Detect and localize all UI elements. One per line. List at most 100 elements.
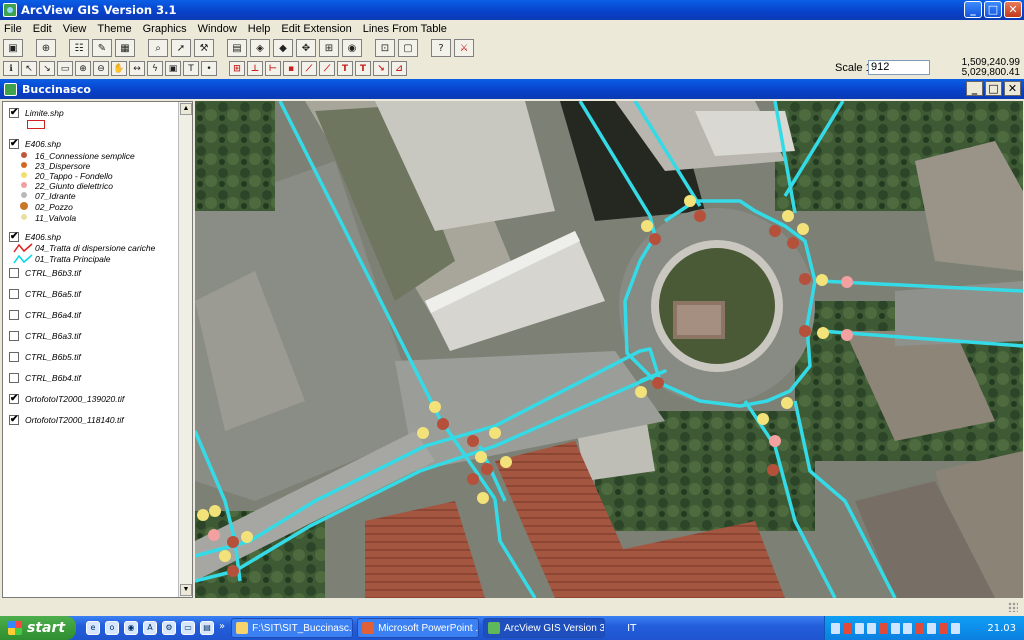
media-icon[interactable]: ◉: [124, 621, 138, 635]
measure-icon[interactable]: ↔: [129, 61, 145, 76]
settings-icon[interactable]: ⚙: [162, 621, 176, 635]
theme-checkbox[interactable]: [9, 373, 19, 383]
menu-help[interactable]: Help: [248, 23, 271, 35]
task-explorer[interactable]: F:\SIT\SIT_Buccinasc...: [231, 618, 354, 638]
add-theme-icon[interactable]: ⊕: [36, 39, 56, 57]
tray-icon[interactable]: [831, 622, 840, 634]
menu-file[interactable]: File: [4, 23, 22, 35]
theme-checkbox[interactable]: ✔: [9, 232, 19, 242]
select-by-theme-icon[interactable]: ⊡: [375, 39, 395, 57]
theme-checkbox[interactable]: [9, 331, 19, 341]
help-icon[interactable]: ?: [431, 39, 451, 57]
query-builder-icon[interactable]: ⚒: [194, 39, 214, 57]
locate-address-icon[interactable]: ➚: [171, 39, 191, 57]
minimize-button[interactable]: _: [964, 1, 982, 18]
edit-8-icon[interactable]: T: [355, 61, 371, 76]
zoom-out-icon[interactable]: ⊞: [319, 39, 339, 57]
theme-checkbox[interactable]: ✔: [9, 394, 19, 404]
language-indicator[interactable]: IT: [627, 623, 653, 634]
tray-icon[interactable]: [951, 622, 960, 634]
menu-graphics[interactable]: Graphics: [143, 23, 187, 35]
tray-icon[interactable]: [843, 622, 852, 634]
zoom-in-icon[interactable]: ✥: [296, 39, 316, 57]
clear-selection-icon[interactable]: ▢: [398, 39, 418, 57]
ie-icon[interactable]: e: [86, 621, 100, 635]
tray-icon[interactable]: [879, 622, 888, 634]
menu-lines-from-table[interactable]: Lines From Table: [363, 23, 447, 35]
view-maximize-button[interactable]: □: [985, 81, 1002, 96]
view-minimize-button[interactable]: _: [966, 81, 983, 96]
find-icon[interactable]: ⌕: [148, 39, 168, 57]
tray-icon[interactable]: [915, 622, 924, 634]
tray-icon[interactable]: [855, 622, 864, 634]
pointer-icon[interactable]: ↖: [21, 61, 37, 76]
chevron-right-icon[interactable]: »: [219, 621, 225, 635]
scale-input[interactable]: 912: [868, 60, 930, 75]
menu-edit[interactable]: Edit: [33, 23, 52, 35]
edit-7-icon[interactable]: T: [337, 61, 353, 76]
view-close-button[interactable]: ✕: [1004, 81, 1021, 96]
theme-checkbox[interactable]: ✔: [9, 108, 19, 118]
toc-scrollbar[interactable]: ▲ ▼: [178, 102, 192, 597]
select-icon[interactable]: ▭: [57, 61, 73, 76]
arcview-app-icon[interactable]: [3, 3, 17, 17]
edit-4-icon[interactable]: ▪: [283, 61, 299, 76]
tray-icon[interactable]: [891, 622, 900, 634]
theme-checkbox[interactable]: ✔: [9, 415, 19, 425]
edit-9-icon[interactable]: ↘: [373, 61, 389, 76]
edit-2-icon[interactable]: ⊥: [247, 61, 263, 76]
resize-grip-icon[interactable]: [1008, 602, 1018, 612]
hotlink-icon[interactable]: ϟ: [147, 61, 163, 76]
tray-icon[interactable]: [867, 622, 876, 634]
text-tool-icon[interactable]: T: [183, 61, 199, 76]
edit-6-icon[interactable]: ⟋: [319, 61, 335, 76]
task-powerpoint[interactable]: Microsoft PowerPoint ...: [357, 618, 480, 638]
area-icon[interactable]: ▣: [165, 61, 181, 76]
title-bar[interactable]: ArcView GIS Version 3.1 _ □ ✕: [0, 0, 1024, 20]
edit-5-icon[interactable]: ⟋: [301, 61, 317, 76]
start-button[interactable]: start: [0, 616, 76, 640]
close-button[interactable]: ✕: [1004, 1, 1022, 18]
outlook-icon[interactable]: o: [105, 621, 119, 635]
zoom-previous-icon[interactable]: ◉: [342, 39, 362, 57]
zoom-active-icon[interactable]: ◈: [250, 39, 270, 57]
zoom-in-tool-icon[interactable]: ⊕: [75, 61, 91, 76]
edit-3-icon[interactable]: ⊢: [265, 61, 281, 76]
menu-view[interactable]: View: [63, 23, 87, 35]
extension-icon[interactable]: ⚔: [454, 39, 474, 57]
map-display[interactable]: [195, 101, 1023, 598]
save-icon[interactable]: ▣: [3, 39, 23, 57]
vertex-icon[interactable]: ↘: [39, 61, 55, 76]
theme-checkbox[interactable]: ✔: [9, 139, 19, 149]
task-arcview[interactable]: ArcView GIS Version 3.1: [483, 618, 606, 638]
maximize-button[interactable]: □: [984, 1, 1002, 18]
zoom-full-icon[interactable]: ▤: [227, 39, 247, 57]
pan-icon[interactable]: ✋: [111, 61, 127, 76]
menu-window[interactable]: Window: [198, 23, 237, 35]
theme-properties-icon[interactable]: ☷: [69, 39, 89, 57]
clock[interactable]: 21.03: [987, 623, 1016, 634]
folder-icon[interactable]: ▤: [200, 621, 214, 635]
acrobat-icon[interactable]: A: [143, 621, 157, 635]
edit-10-icon[interactable]: ⊿: [391, 61, 407, 76]
theme-checkbox[interactable]: [9, 310, 19, 320]
edit-1-icon[interactable]: ⊞: [229, 61, 245, 76]
zoom-out-tool-icon[interactable]: ⊖: [93, 61, 109, 76]
view-title-bar[interactable]: Buccinasco _ □ ✕: [0, 79, 1024, 99]
desktop-icon[interactable]: ▭: [181, 621, 195, 635]
scroll-up-icon[interactable]: ▲: [180, 103, 192, 115]
menu-theme[interactable]: Theme: [97, 23, 131, 35]
tray-icon[interactable]: [939, 622, 948, 634]
zoom-selected-icon[interactable]: ◆: [273, 39, 293, 57]
theme-checkbox[interactable]: [9, 352, 19, 362]
scroll-down-icon[interactable]: ▼: [180, 584, 192, 596]
menu-edit-extension[interactable]: Edit Extension: [281, 23, 351, 35]
theme-checkbox[interactable]: [9, 268, 19, 278]
orthophoto-map[interactable]: [195, 101, 1023, 598]
tray-icon[interactable]: [927, 622, 936, 634]
edit-legend-icon[interactable]: ✎: [92, 39, 112, 57]
theme-checkbox[interactable]: [9, 289, 19, 299]
open-table-icon[interactable]: ▦: [115, 39, 135, 57]
draw-icon[interactable]: •: [201, 61, 217, 76]
tray-icon[interactable]: [903, 622, 912, 634]
